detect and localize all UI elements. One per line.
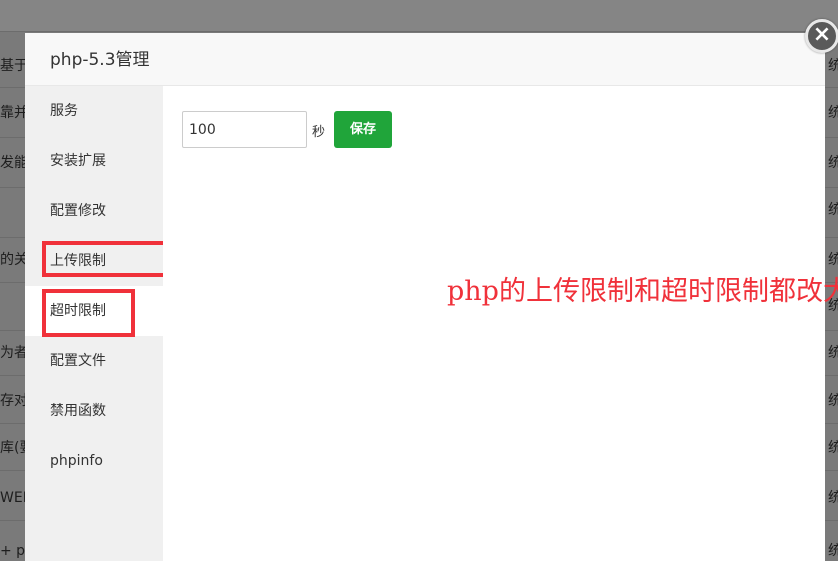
seconds-unit-label: 秒: [312, 125, 326, 140]
php-manager-dialog: php-5.3管理 服务 安装扩展 配置修改 上传限制 超时限制 配置文件 禁用…: [25, 33, 838, 561]
save-button[interactable]: 保存: [334, 111, 392, 148]
sidebar-item-service[interactable]: 服务: [25, 86, 163, 136]
sidebar-item-config-edit[interactable]: 配置修改: [25, 186, 163, 236]
timeout-seconds-input[interactable]: [182, 111, 307, 148]
background-text: 统: [828, 440, 838, 456]
sidebar-item-config-file[interactable]: 配置文件: [25, 336, 163, 386]
sidebar-item-install-extension[interactable]: 安装扩展: [25, 136, 163, 186]
background-text: 统: [828, 490, 838, 506]
background-text: 统: [828, 252, 838, 268]
dialog-title: php-5.3管理: [50, 50, 150, 70]
background-text: 统: [828, 58, 838, 74]
background-text: 统: [828, 345, 838, 361]
timeout-settings-panel: 秒 保存 php的上传限制和超时限制都改大点: [163, 86, 838, 561]
dialog-header: php-5.3管理: [25, 33, 825, 86]
background-text: 统: [828, 155, 838, 171]
sidebar-item-phpinfo[interactable]: phpinfo: [25, 436, 163, 486]
background-text: 统: [828, 543, 838, 559]
close-icon[interactable]: ×: [805, 19, 838, 53]
annotation-text: php的上传限制和超时限制都改大点: [447, 276, 838, 307]
background-text: 统: [828, 202, 838, 218]
highlight-box-timeout-limit: [42, 289, 135, 337]
background-topbar: [0, 0, 838, 32]
sidebar-item-disabled-functions[interactable]: 禁用函数: [25, 386, 163, 436]
highlight-box-upload-limit: [42, 241, 172, 277]
background-text: 统: [828, 393, 838, 409]
background-text: 统: [828, 105, 838, 121]
